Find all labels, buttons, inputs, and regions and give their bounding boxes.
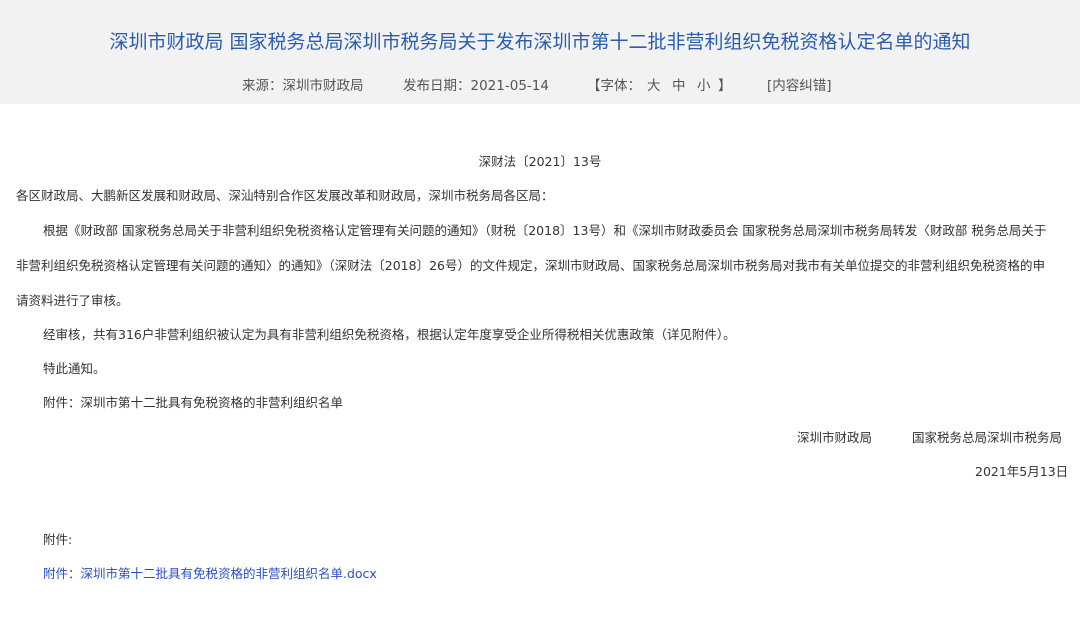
font-size-large-button[interactable]: 大 (647, 74, 661, 94)
font-size-medium-button[interactable]: 中 (672, 74, 686, 94)
attachment-note: 附件：深圳市第十二批具有免税资格的非营利组织名单 (43, 395, 344, 410)
paragraph-1-line-3: 请资料进行了审核。 (16, 293, 129, 308)
paragraph-2: 经审核，共有316户非营利组织被认定为具有非营利组织免税资格，根据认定年度享受企… (43, 327, 736, 342)
publish-date: 发布日期：2021-05-14 (403, 78, 549, 94)
font-size-bracket-close: 】 (718, 78, 732, 94)
recipients-line: 各区财政局、大鹏新区发展和财政局、深汕特别合作区发展改革和财政局，深圳市税务局各… (16, 188, 554, 203)
document-number: 深财法〔2021〕13号 (478, 154, 602, 169)
sign-date: 2021年5月13日 (975, 464, 1069, 479)
signer-finance-bureau: 深圳市财政局 (797, 430, 873, 445)
article-title: 深圳市财政局 国家税务总局深圳市税务局关于发布深圳市第十二批非营利组织免税资格认… (109, 31, 971, 53)
article-meta-bar: 来源：深圳市财政局 发布日期：2021-05-14 【字体： 大 中 小 】 [… (0, 74, 1080, 94)
signer-tax-bureau: 国家税务总局深圳市税务局 (912, 430, 1063, 445)
error-report-link[interactable]: [内容纠错] (767, 74, 832, 94)
font-size-label: 【字体： (587, 78, 641, 94)
source-label: 来源：深圳市财政局 (242, 78, 364, 94)
paragraph-1-line-2: 非营利组织免税资格认定管理有关问题的通知〉的通知》（深财法〔2018〕26号）的… (16, 258, 1045, 273)
attachment-download-link[interactable]: 附件：深圳市第十二批具有免税资格的非营利组织名单.docx (43, 563, 377, 582)
paragraph-3: 特此通知。 (43, 361, 106, 376)
attachments-label: 附件: (43, 532, 73, 547)
font-size-small-button[interactable]: 小 (697, 74, 711, 94)
paragraph-1-line-1: 根据《财政部 国家税务总局关于非营利组织免税资格认定管理有关问题的通知》（财税〔… (43, 223, 1047, 238)
article-header: 深圳市财政局 国家税务总局深圳市税务局关于发布深圳市第十二批非营利组织免税资格认… (0, 0, 1080, 104)
